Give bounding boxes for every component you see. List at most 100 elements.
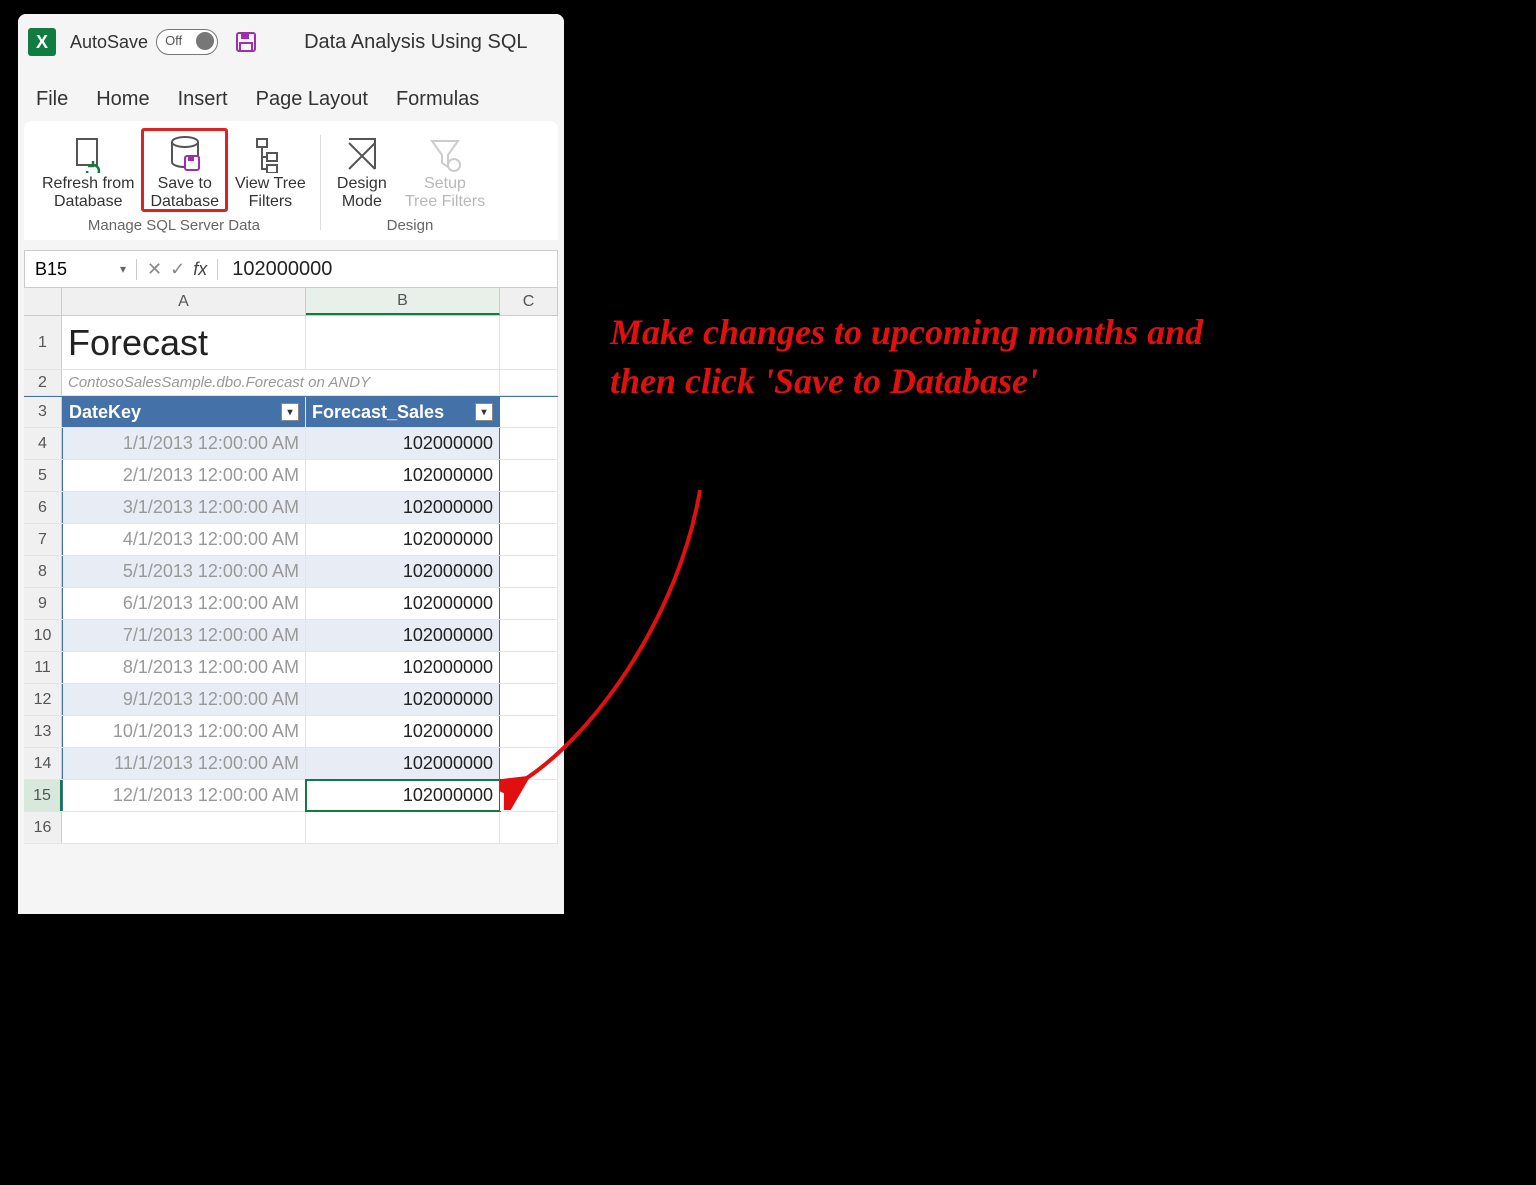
- tree-icon: [253, 133, 287, 175]
- cell-datekey[interactable]: 1/1/2013 12:00:00 AM: [62, 428, 306, 459]
- row-header[interactable]: 13: [24, 716, 62, 747]
- cell-datekey[interactable]: 9/1/2013 12:00:00 AM: [62, 684, 306, 715]
- setup-tree-filters-button: Setup Tree Filters: [397, 129, 493, 211]
- titlebar: X AutoSave Off Data Analysis Using SQL: [18, 14, 564, 70]
- cell-forecast-sales[interactable]: 102000000: [306, 524, 500, 555]
- cell[interactable]: [500, 397, 558, 427]
- funnel-gear-icon: [428, 133, 462, 175]
- save-to-database-button[interactable]: Save to Database: [142, 129, 227, 211]
- row-header[interactable]: 11: [24, 652, 62, 683]
- ribbon-group-manage: Refresh from Database Save to Database V…: [34, 129, 314, 236]
- cell[interactable]: [306, 316, 500, 369]
- row-header[interactable]: 16: [24, 812, 62, 843]
- cell-forecast-sales[interactable]: 102000000: [306, 780, 500, 811]
- col-header-c[interactable]: C: [500, 288, 558, 315]
- cell-datekey[interactable]: 12/1/2013 12:00:00 AM: [62, 780, 306, 811]
- autosave-toggle[interactable]: AutoSave Off: [70, 29, 218, 55]
- filter-dropdown-icon[interactable]: ▾: [475, 403, 493, 421]
- refresh-from-database-button[interactable]: Refresh from Database: [34, 129, 142, 211]
- ribbon-group-label: Design: [387, 211, 434, 236]
- col-header-b[interactable]: B: [306, 288, 500, 315]
- annotation-text: Make changes to upcoming months and then…: [610, 308, 1260, 405]
- row-header[interactable]: 10: [24, 620, 62, 651]
- table-row: 74/1/2013 12:00:00 AM102000000: [24, 524, 558, 556]
- btn-line1: Save to: [158, 175, 212, 193]
- row-header[interactable]: 3: [24, 397, 62, 427]
- col-header-a[interactable]: A: [62, 288, 306, 315]
- cell-forecast-sales[interactable]: 102000000: [306, 556, 500, 587]
- row-header[interactable]: 5: [24, 460, 62, 491]
- table-row: 1411/1/2013 12:00:00 AM102000000: [24, 748, 558, 780]
- toggle-off-label: Off: [165, 33, 182, 48]
- row-header[interactable]: 1: [24, 316, 62, 369]
- cell[interactable]: [62, 812, 306, 843]
- btn-line2: Database: [54, 193, 123, 211]
- cell[interactable]: [500, 316, 558, 369]
- cell-forecast-sales[interactable]: 102000000: [306, 492, 500, 523]
- cell-forecast-sales[interactable]: 102000000: [306, 588, 500, 619]
- table-header-forecast-sales[interactable]: Forecast_Sales ▾: [306, 397, 500, 427]
- formula-input[interactable]: 102000000: [218, 258, 557, 281]
- chevron-down-icon[interactable]: ▾: [120, 262, 126, 276]
- cell-forecast-sales[interactable]: 102000000: [306, 460, 500, 491]
- row-header[interactable]: 15: [24, 780, 62, 811]
- table-row: 41/1/2013 12:00:00 AM102000000: [24, 428, 558, 460]
- btn-line2: Filters: [249, 193, 293, 211]
- formula-bar: B15 ▾ ✕ ✓ fx 102000000: [24, 250, 558, 288]
- ribbon-separator: [320, 135, 321, 230]
- cell[interactable]: [306, 812, 500, 843]
- select-all-corner[interactable]: [24, 288, 62, 315]
- cell[interactable]: [500, 428, 558, 459]
- table-row: 129/1/2013 12:00:00 AM102000000: [24, 684, 558, 716]
- table-row: 2 ContosoSalesSample.dbo.Forecast on AND…: [24, 370, 558, 396]
- cell-datekey[interactable]: 11/1/2013 12:00:00 AM: [62, 748, 306, 779]
- cell-datekey[interactable]: 10/1/2013 12:00:00 AM: [62, 716, 306, 747]
- header-label: Forecast_Sales: [312, 402, 444, 423]
- row-header[interactable]: 14: [24, 748, 62, 779]
- design-mode-button[interactable]: Design Mode: [327, 129, 397, 211]
- cell-datekey[interactable]: 7/1/2013 12:00:00 AM: [62, 620, 306, 651]
- cell-forecast-sales[interactable]: 102000000: [306, 620, 500, 651]
- column-headers: A B C: [24, 288, 558, 316]
- cell-datekey[interactable]: 8/1/2013 12:00:00 AM: [62, 652, 306, 683]
- cell-datekey[interactable]: 4/1/2013 12:00:00 AM: [62, 524, 306, 555]
- tab-formulas[interactable]: Formulas: [396, 88, 479, 111]
- cell-forecast-sales[interactable]: 102000000: [306, 748, 500, 779]
- name-box[interactable]: B15 ▾: [25, 259, 137, 280]
- toggle-switch[interactable]: Off: [156, 29, 218, 55]
- tab-page-layout[interactable]: Page Layout: [256, 88, 368, 111]
- spreadsheet-grid[interactable]: A B C 1 Forecast 2 ContosoSalesSample.db…: [24, 288, 558, 844]
- quick-save-button[interactable]: [232, 28, 260, 56]
- row-header[interactable]: 7: [24, 524, 62, 555]
- row-header[interactable]: 8: [24, 556, 62, 587]
- cell-datekey[interactable]: 3/1/2013 12:00:00 AM: [62, 492, 306, 523]
- cancel-icon[interactable]: ✕: [147, 259, 162, 280]
- ribbon-group-design: Design Mode Setup Tree Filters Design: [327, 129, 493, 236]
- cell-forecast-sales[interactable]: 102000000: [306, 684, 500, 715]
- tab-home[interactable]: Home: [96, 88, 149, 111]
- row-header[interactable]: 4: [24, 428, 62, 459]
- cell-forecast-sales[interactable]: 102000000: [306, 428, 500, 459]
- sheet-subtitle-cell[interactable]: ContosoSalesSample.dbo.Forecast on ANDY: [62, 370, 500, 395]
- row-header[interactable]: 9: [24, 588, 62, 619]
- table-header-datekey[interactable]: DateKey ▾: [62, 397, 306, 427]
- tab-file[interactable]: File: [36, 88, 68, 111]
- accept-icon[interactable]: ✓: [170, 259, 185, 280]
- cell-forecast-sales[interactable]: 102000000: [306, 716, 500, 747]
- cell-forecast-sales[interactable]: 102000000: [306, 652, 500, 683]
- cell[interactable]: [500, 812, 558, 843]
- view-tree-filters-button[interactable]: View Tree Filters: [227, 129, 314, 211]
- refresh-icon: [71, 133, 105, 175]
- cell-datekey[interactable]: 6/1/2013 12:00:00 AM: [62, 588, 306, 619]
- tab-insert[interactable]: Insert: [178, 88, 228, 111]
- row-header[interactable]: 12: [24, 684, 62, 715]
- row-header[interactable]: 2: [24, 370, 62, 395]
- sheet-title-cell[interactable]: Forecast: [62, 316, 306, 369]
- filter-dropdown-icon[interactable]: ▾: [281, 403, 299, 421]
- cell-datekey[interactable]: 5/1/2013 12:00:00 AM: [62, 556, 306, 587]
- cell[interactable]: [500, 370, 558, 395]
- btn-line2: Tree Filters: [405, 193, 485, 211]
- fx-icon[interactable]: fx: [193, 259, 207, 280]
- row-header[interactable]: 6: [24, 492, 62, 523]
- cell-datekey[interactable]: 2/1/2013 12:00:00 AM: [62, 460, 306, 491]
